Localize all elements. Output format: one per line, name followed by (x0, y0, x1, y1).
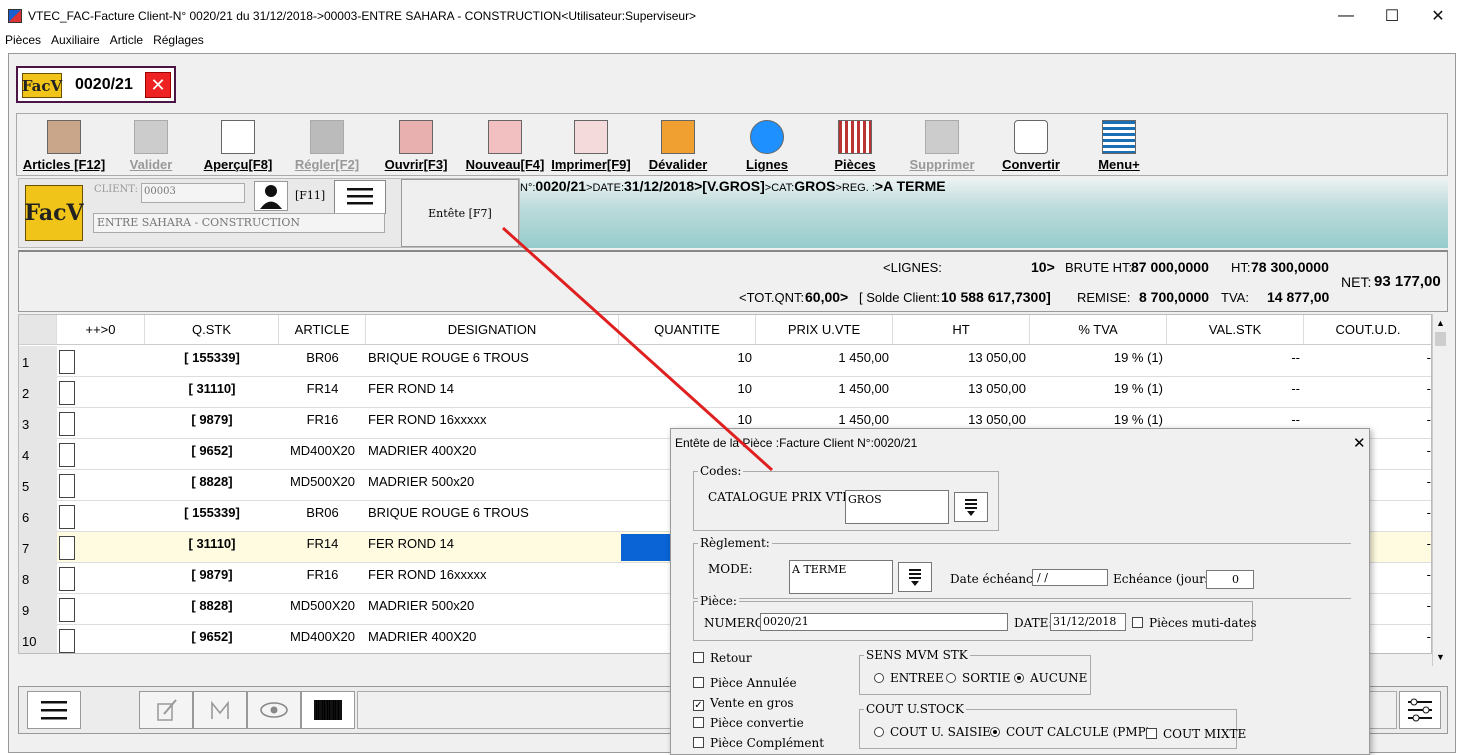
annotation-arrow-line (501, 226, 774, 472)
